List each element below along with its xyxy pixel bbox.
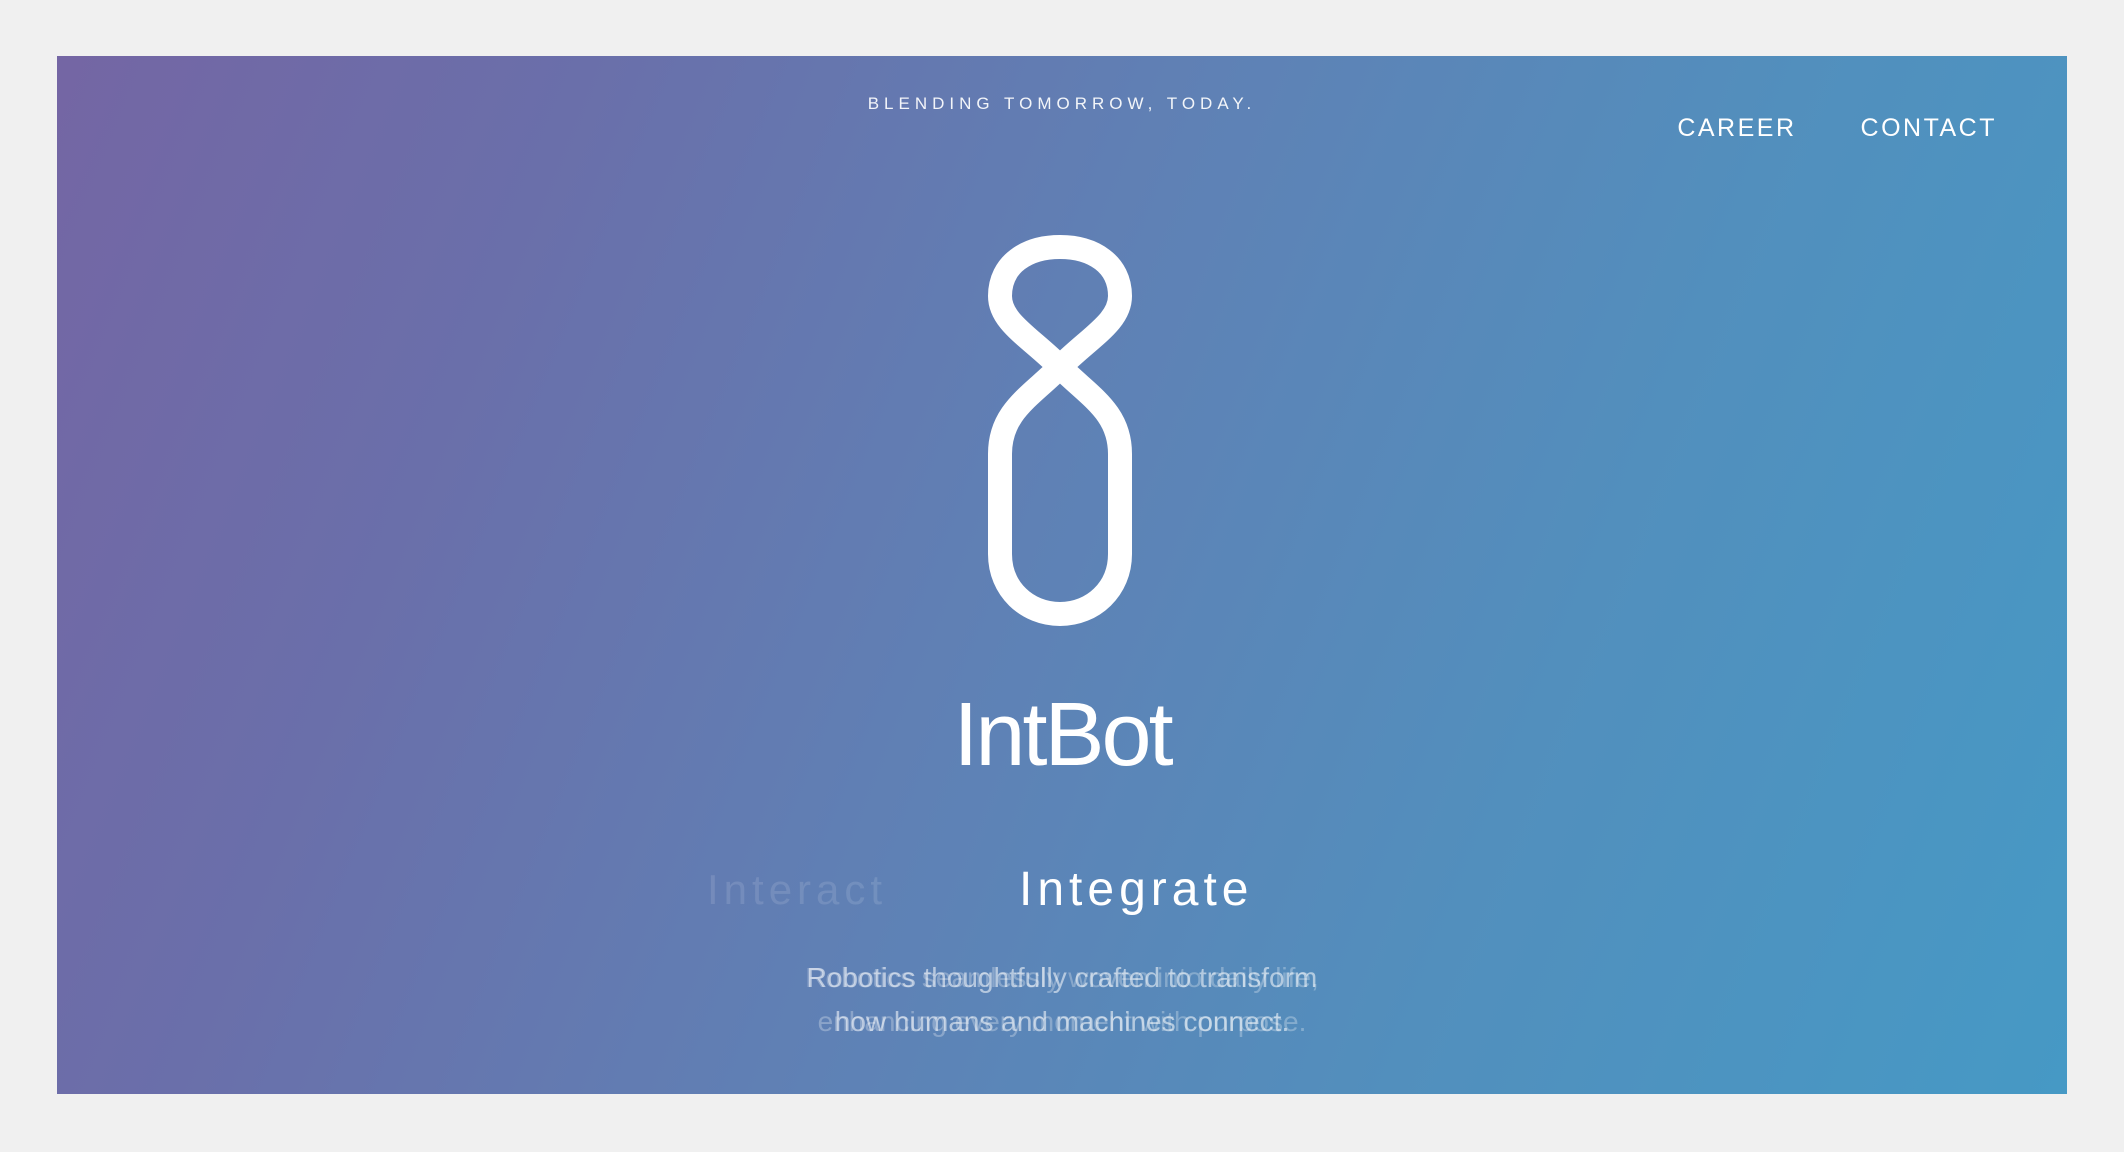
description-line: how humans and machines connect. bbox=[834, 1006, 1290, 1037]
tagline: BLENDING TOMORROW, TODAY. bbox=[867, 94, 1257, 113]
figure-eight-logo-icon bbox=[988, 235, 1132, 626]
hero-section: BLENDING TOMORROW, TODAY. CAREER CONTACT… bbox=[57, 56, 2067, 1094]
top-nav: CAREER CONTACT bbox=[1677, 114, 1997, 143]
brand-wordmark: IntBot bbox=[953, 685, 1173, 785]
carousel-word-previous: Interact bbox=[707, 866, 888, 913]
carousel-description-active: Robotics thoughtfully crafted to transfo… bbox=[57, 956, 2067, 1044]
description-line: Robotics thoughtfully crafted to transfo… bbox=[806, 962, 1318, 993]
nav-link-career[interactable]: CAREER bbox=[1677, 114, 1796, 143]
nav-link-contact[interactable]: CONTACT bbox=[1861, 114, 1997, 143]
carousel-word-active: Integrate bbox=[1019, 863, 1254, 916]
